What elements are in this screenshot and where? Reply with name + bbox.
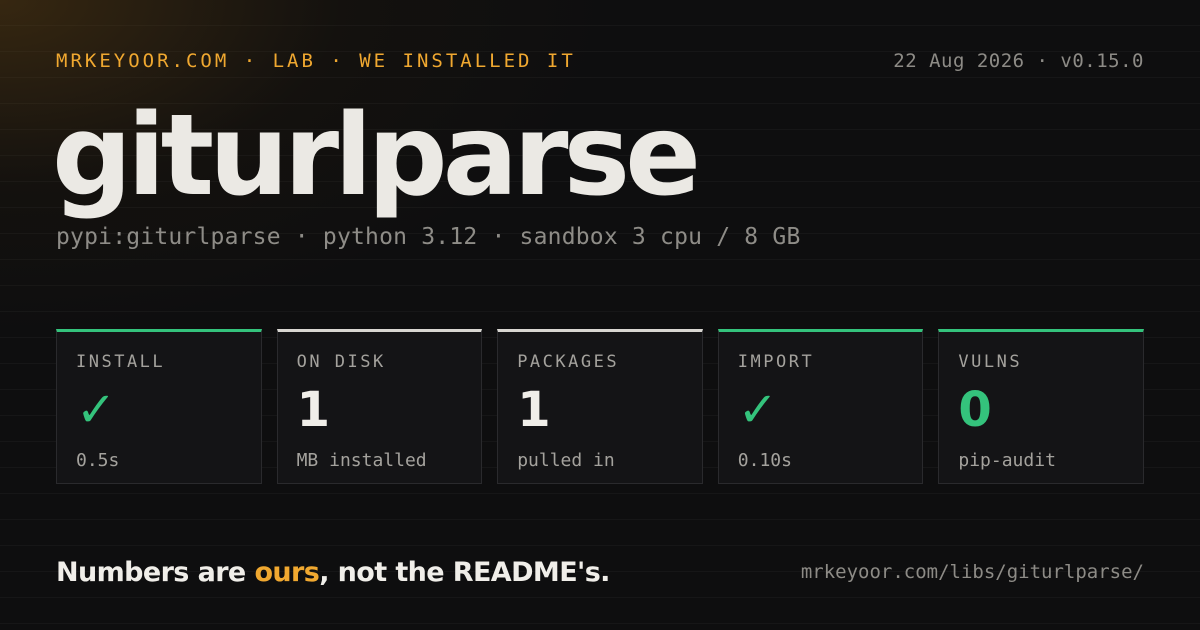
stats-cards: INSTALL ✓ 0.5s ON DISK 1 MB installed PA… xyxy=(56,329,1144,484)
checkmark-icon: ✓ xyxy=(737,382,778,438)
tagline: Numbers are ours, not the README's. xyxy=(56,557,610,588)
stat-card-install: INSTALL ✓ 0.5s xyxy=(56,329,262,484)
stat-note: pip-audit xyxy=(958,450,1056,471)
stat-label: VULNS xyxy=(958,352,1023,372)
stat-card-packages: PACKAGES 1 pulled in xyxy=(497,329,703,484)
stat-label: ON DISK xyxy=(296,352,386,372)
checkmark-icon: ✓ xyxy=(76,382,117,438)
package-meta: pypi:giturlparse · python 3.12 · sandbox… xyxy=(56,224,801,250)
stat-note: 0.10s xyxy=(737,450,792,471)
stat-label: INSTALL xyxy=(76,352,166,372)
site-kicker: MRKEYOOR.COM · LAB · WE INSTALLED IT xyxy=(56,50,576,72)
library-url: mrkeyoor.com/libs/giturlparse/ xyxy=(800,561,1144,583)
tagline-start: Numbers are xyxy=(56,556,255,588)
stat-card-vulns: VULNS 0 pip-audit xyxy=(938,329,1144,484)
tagline-accent: ours xyxy=(254,556,320,588)
stat-note: MB installed xyxy=(296,450,427,471)
date-version: 22 Aug 2026 · v0.15.0 xyxy=(893,50,1144,72)
stat-card-on-disk: ON DISK 1 MB installed xyxy=(276,329,483,484)
package-title: giturlparse xyxy=(52,91,701,221)
stat-note: 0.5s xyxy=(76,450,120,471)
tagline-end: , not the README's. xyxy=(319,556,610,588)
stat-label: IMPORT xyxy=(737,352,815,372)
stat-note: pulled in xyxy=(517,450,615,471)
stat-card-import: IMPORT ✓ 0.10s xyxy=(717,329,924,484)
stat-value: 1 xyxy=(517,382,551,438)
stat-value: 1 xyxy=(296,382,330,438)
stat-label: PACKAGES xyxy=(517,352,620,372)
stat-value: 0 xyxy=(958,382,992,438)
top-bar: MRKEYOOR.COM · LAB · WE INSTALLED IT 22 … xyxy=(56,48,1144,74)
footer: Numbers are ours, not the README's. mrke… xyxy=(56,552,1144,592)
